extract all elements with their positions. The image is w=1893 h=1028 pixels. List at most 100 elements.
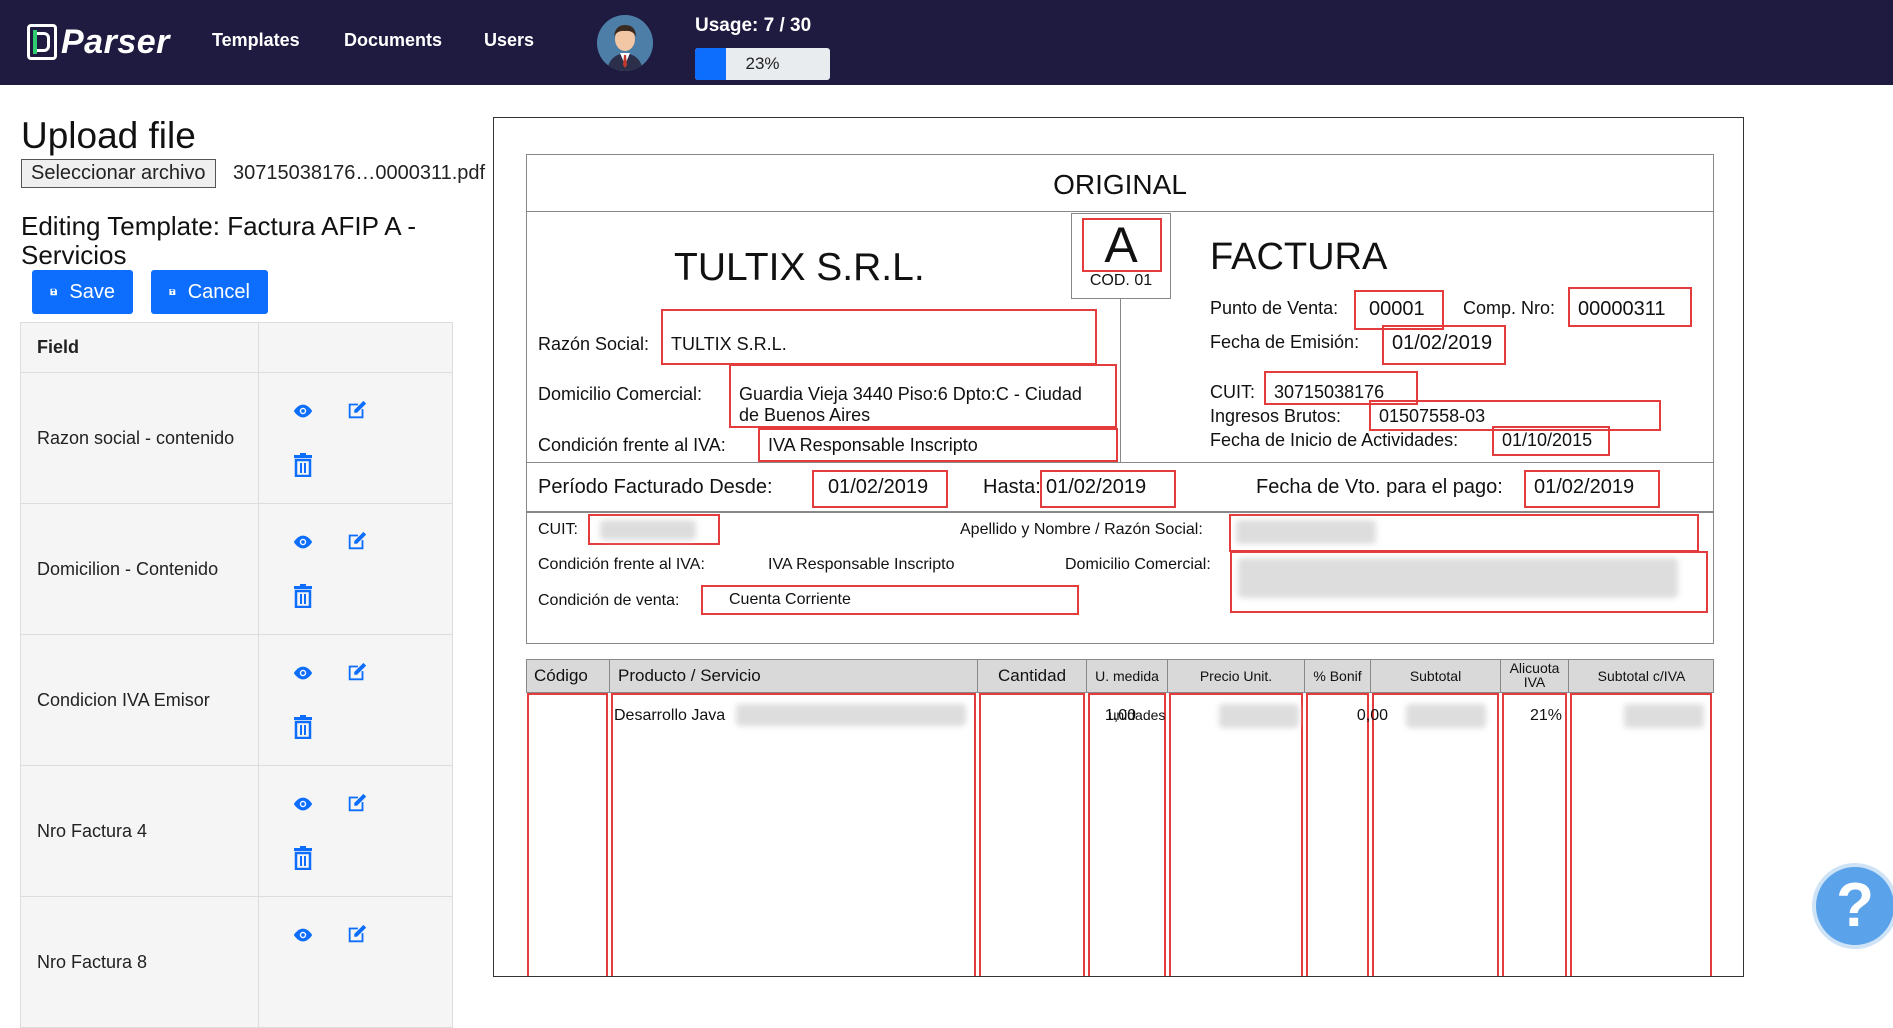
client-dom-label: Domicilio Comercial: (1065, 556, 1211, 573)
client-name-redacted (1236, 520, 1376, 544)
items-column-region[interactable] (1502, 693, 1567, 976)
nav-templates[interactable]: Templates (212, 30, 300, 51)
document-preview: ORIGINAL A COD. 01 TULTIX S.R.L. FACTURA… (493, 117, 1744, 977)
usage-text: Usage: 7 / 30 (695, 15, 812, 36)
view-icon[interactable] (292, 927, 314, 948)
save-icon (50, 288, 57, 296)
field-column-header: Field (20, 322, 259, 373)
hasta-value: 01/02/2019 (1046, 476, 1147, 498)
user-avatar[interactable] (597, 15, 653, 71)
editing-template-title: Editing Template: Factura AFIP A - Servi… (21, 211, 417, 270)
items-column-region[interactable] (1372, 693, 1499, 976)
items-column-region[interactable] (1169, 693, 1303, 976)
items-column-header: % Bonif (1305, 659, 1371, 693)
logo-text: Parser (61, 22, 170, 61)
field-name: Razon social - contenido (20, 372, 259, 504)
edit-icon[interactable] (346, 399, 368, 426)
items-column-region[interactable] (1570, 693, 1712, 976)
row-producto-redacted (736, 704, 966, 726)
field-row: Domicilion - Contenido (20, 503, 453, 635)
field-name: Nro Factura 8 (20, 896, 259, 1028)
field-name: Domicilion - Contenido (20, 503, 259, 635)
fecha-emision-label: Fecha de Emisión: (1210, 332, 1360, 352)
periodo-desde-value: 01/02/2019 (828, 476, 929, 498)
cond-venta-value: Cuenta Corriente (729, 591, 851, 608)
upload-title: Upload file (21, 115, 196, 156)
view-icon[interactable] (292, 665, 314, 686)
field-name: Condicion IVA Emisor (20, 634, 259, 766)
domicilio-line2: de Buenos Aires (739, 405, 871, 425)
row-subtotal-iva-redacted (1624, 704, 1704, 728)
field-actions (258, 896, 453, 1028)
row-unidad: unidades (1108, 707, 1166, 723)
items-column-region[interactable] (1088, 693, 1166, 976)
items-column-region[interactable] (527, 693, 608, 976)
comp-nro-value: 00000311 (1578, 298, 1666, 320)
delete-icon[interactable] (293, 453, 313, 482)
razon-social-label: Razón Social: (538, 334, 650, 354)
field-actions (258, 503, 453, 635)
items-column-region[interactable] (979, 693, 1085, 976)
top-navbar: Parser Templates Documents Users Usage: … (0, 0, 1893, 85)
actions-column-header (258, 322, 453, 373)
client-cond-value: IVA Responsable Inscripto (768, 556, 955, 573)
hasta-label: Hasta: (983, 476, 1041, 498)
field-actions (258, 634, 453, 766)
avatar-person-icon (597, 15, 653, 71)
nav-users[interactable]: Users (484, 30, 534, 51)
items-column-header: Producto / Servicio (610, 659, 978, 693)
parser-logo[interactable]: Parser (27, 20, 170, 64)
items-column-header: Subtotal c/IVA (1597, 668, 1686, 684)
comp-nro-label: Comp. Nro: (1463, 298, 1556, 318)
items-column-header: Código (526, 659, 610, 693)
cancel-label: Cancel (187, 280, 250, 303)
company-name: TULTIX S.R.L. (674, 246, 925, 289)
selected-file-name: 30715038176…0000311.pdf (233, 162, 486, 184)
save-button[interactable]: Save (32, 270, 133, 314)
help-button[interactable]: ? (1812, 863, 1893, 949)
client-cuit-redacted (600, 520, 696, 540)
delete-icon[interactable] (293, 584, 313, 613)
field-row: Nro Factura 4 (20, 765, 453, 897)
items-column-region[interactable] (611, 693, 976, 976)
field-name: Nro Factura 4 (20, 765, 259, 897)
nav-documents[interactable]: Documents (344, 30, 442, 51)
save-label: Save (69, 280, 115, 303)
cuit-value: 30715038176 (1274, 382, 1385, 402)
edit-icon[interactable] (346, 923, 368, 950)
items-column-header: Alicuota IVA (1501, 659, 1569, 693)
invoice-letter: A (1104, 217, 1138, 273)
client-dom-redacted (1238, 558, 1678, 598)
cond-iva-label: Condición frente al IVA: (538, 435, 726, 455)
select-file-button[interactable]: Seleccionar archivo (21, 159, 216, 188)
save-icon (169, 289, 176, 295)
fecha-emision-value: 01/02/2019 (1392, 332, 1493, 354)
edit-icon[interactable] (346, 661, 368, 688)
parser-logo-icon (27, 24, 57, 60)
domicilio-label: Domicilio Comercial: (538, 384, 703, 404)
cancel-button[interactable]: Cancel (151, 270, 268, 314)
view-icon[interactable] (292, 796, 314, 817)
delete-icon[interactable] (293, 715, 313, 744)
usage-progress-bar: 23% (695, 48, 830, 80)
row-producto: Desarrollo Java (614, 707, 726, 724)
cond-venta-label: Condición de venta: (538, 592, 680, 609)
items-column-header: Cantidad (978, 659, 1087, 693)
items-column-header: Subtotal (1371, 659, 1501, 693)
client-cond-label: Condición frente al IVA: (538, 556, 705, 573)
periodo-label: Período Facturado Desde: (538, 476, 773, 498)
vto-label: Fecha de Vto. para el pago: (1256, 476, 1503, 498)
edit-icon[interactable] (346, 530, 368, 557)
items-column-region[interactable] (1306, 693, 1369, 976)
edit-icon[interactable] (346, 792, 368, 819)
view-icon[interactable] (292, 534, 314, 555)
delete-icon[interactable] (293, 846, 313, 875)
original-label: ORIGINAL (1053, 169, 1187, 200)
punto-venta-label: Punto de Venta: (1210, 298, 1339, 318)
ingresos-label: Ingresos Brutos: (1210, 406, 1342, 426)
row-alicuota: 21% (1529, 707, 1563, 724)
usage-progress-label: 23% (745, 54, 780, 73)
view-icon[interactable] (292, 403, 314, 424)
items-column-header: Precio Unit. (1168, 659, 1305, 693)
items-column-header: U. medida (1087, 659, 1168, 693)
